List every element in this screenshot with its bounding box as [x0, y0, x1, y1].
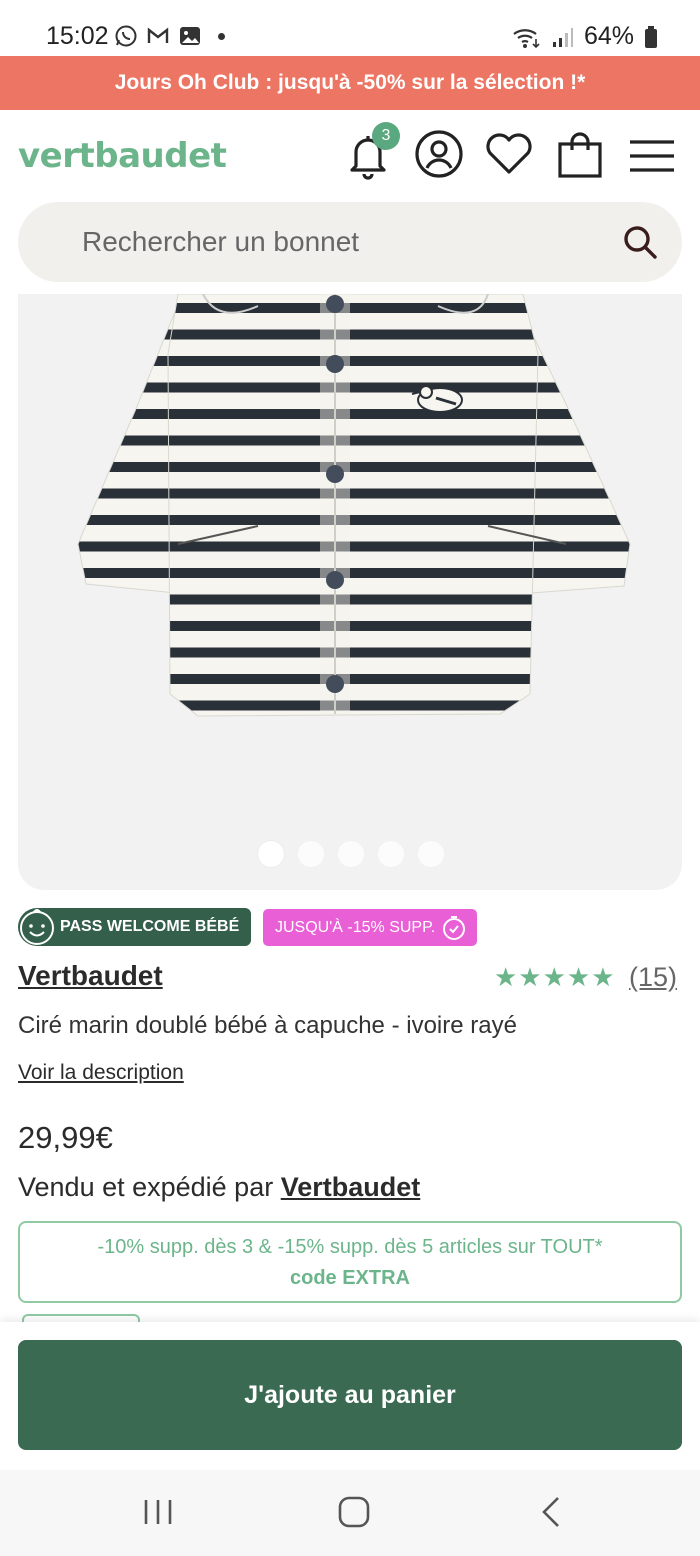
product-image-gallery[interactable] — [18, 294, 682, 890]
battery-percentage: 64% — [583, 22, 634, 50]
gallery-dot[interactable] — [258, 841, 284, 867]
gallery-icon — [180, 27, 200, 45]
menu-icon[interactable] — [624, 126, 680, 182]
seller-info: Vendu et expédié par Vertbaudet — [18, 1172, 420, 1203]
gmail-icon — [147, 27, 169, 43]
heart-icon[interactable] — [481, 126, 537, 182]
pass-welcome-label: PASS WELCOME BÉBÉ — [60, 918, 240, 935]
promo-banner[interactable]: Jours Oh Club : jusqu'à -50% sur la séle… — [0, 56, 700, 110]
status-bar: 15:02 64% — [0, 0, 700, 56]
home-icon[interactable] — [334, 1492, 374, 1532]
vertbaudet-logo[interactable]: vertbaudet — [18, 136, 227, 176]
wifi-icon — [513, 28, 540, 48]
see-description-link[interactable]: Voir la description — [18, 1061, 184, 1085]
signal-icon — [552, 27, 573, 47]
bag-icon[interactable] — [552, 126, 608, 182]
timer-icon — [443, 915, 466, 940]
gallery-dot[interactable] — [418, 841, 444, 867]
account-icon[interactable] — [411, 126, 467, 182]
notification-icons — [114, 24, 225, 48]
search-bar[interactable] — [18, 202, 682, 282]
product-title: Ciré marin doublé bébé à capuche - ivoir… — [18, 1012, 517, 1039]
recent-apps-icon[interactable] — [138, 1492, 178, 1532]
product-price: 29,99€ — [18, 1120, 113, 1155]
promo-code-box: -10% supp. dès 3 & -15% supp. dès 5 arti… — [18, 1221, 682, 1303]
status-time: 15:02 — [46, 22, 109, 50]
gallery-dot[interactable] — [338, 841, 364, 867]
seller-prefix: Vendu et expédié par — [18, 1172, 281, 1202]
extra-discount-label: JUSQU'À -15% SUPP. — [275, 918, 436, 936]
gallery-dot[interactable] — [378, 841, 404, 867]
rating-stars[interactable]: ★★★★★ — [494, 962, 616, 993]
notification-count-badge: 3 — [372, 122, 400, 150]
search-icon[interactable] — [622, 224, 658, 260]
add-to-cart-bar: J'ajoute au panier — [0, 1322, 700, 1470]
product-image[interactable] — [18, 294, 682, 890]
system-status: 64% — [512, 22, 658, 51]
seller-link[interactable]: Vertbaudet — [281, 1172, 421, 1202]
product-brand-link[interactable]: Vertbaudet — [18, 960, 163, 992]
back-icon[interactable] — [532, 1492, 572, 1532]
extra-discount-badge: JUSQU'À -15% SUPP. — [263, 909, 478, 946]
baby-face-icon — [20, 909, 54, 945]
gallery-pagination — [258, 841, 444, 867]
review-count-link[interactable]: (15) — [629, 962, 677, 993]
battery-icon — [645, 25, 657, 48]
promo-code-description: -10% supp. dès 3 & -15% supp. dès 5 arti… — [97, 1236, 603, 1258]
gallery-dot[interactable] — [298, 841, 324, 867]
pass-welcome-badge: PASS WELCOME BÉBÉ — [18, 908, 252, 946]
android-navigation-bar — [0, 1470, 700, 1556]
more-notifications-dot — [218, 32, 225, 40]
add-to-cart-button[interactable]: J'ajoute au panier — [18, 1340, 682, 1450]
promo-code: code EXTRA — [289, 1267, 411, 1289]
whatsapp-icon — [115, 25, 137, 47]
search-input[interactable] — [82, 202, 602, 282]
site-header: vertbaudet 3 — [0, 110, 700, 202]
